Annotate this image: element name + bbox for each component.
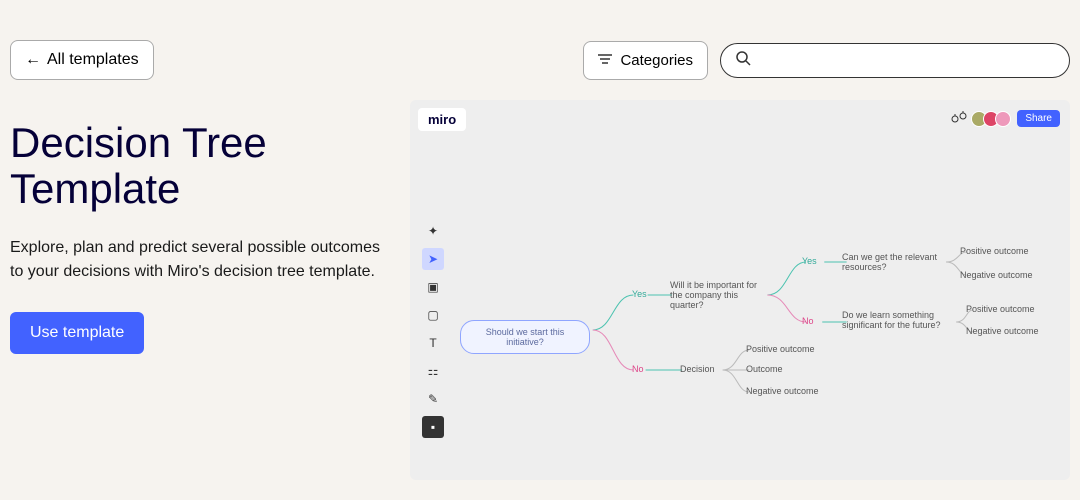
branch-no[interactable]: No — [632, 364, 644, 374]
leaf-negative[interactable]: Negative outcome — [746, 386, 819, 396]
node-decision[interactable]: Decision — [680, 364, 715, 374]
node-company-question[interactable]: Will it be important for the company thi… — [670, 280, 765, 310]
use-template-button[interactable]: Use template — [10, 312, 144, 354]
search-box[interactable] — [720, 43, 1070, 78]
leaf-positive[interactable]: Positive outcome — [960, 246, 1029, 256]
back-label: All templates — [47, 51, 139, 69]
top-bar: ← All templates Categories — [0, 0, 1080, 80]
arrow-left-icon: ← — [25, 51, 41, 69]
search-icon — [735, 50, 751, 71]
filter-icon — [598, 52, 612, 69]
diagram-canvas[interactable]: Should we start this initiative? Yes No … — [410, 100, 1070, 480]
branch-no[interactable]: No — [802, 316, 814, 326]
leaf-negative[interactable]: Negative outcome — [960, 270, 1033, 280]
categories-button[interactable]: Categories — [583, 41, 708, 80]
template-preview: miro Share ✦ ➤ ▣ ▢ T ⚏ ✎ ▪ — [410, 100, 1070, 480]
search-input[interactable] — [751, 51, 1055, 70]
left-column: Decision Tree Template Explore, plan and… — [10, 100, 380, 480]
leaf-outcome[interactable]: Outcome — [746, 364, 783, 374]
branch-yes[interactable]: Yes — [632, 289, 647, 299]
main-content: Decision Tree Template Explore, plan and… — [0, 80, 1080, 480]
page-description: Explore, plan and predict several possib… — [10, 236, 380, 284]
branch-yes[interactable]: Yes — [802, 256, 817, 266]
leaf-negative[interactable]: Negative outcome — [966, 326, 1039, 336]
back-all-templates-button[interactable]: ← All templates — [10, 40, 154, 80]
categories-label: Categories — [620, 52, 693, 69]
page-title: Decision Tree Template — [10, 120, 380, 212]
node-resources-question[interactable]: Can we get the relevant resources? — [842, 252, 940, 272]
root-node[interactable]: Should we start this initiative? — [460, 320, 590, 354]
node-learn-question[interactable]: Do we learn something significant for th… — [842, 310, 952, 330]
leaf-positive[interactable]: Positive outcome — [746, 344, 815, 354]
leaf-positive[interactable]: Positive outcome — [966, 304, 1035, 314]
